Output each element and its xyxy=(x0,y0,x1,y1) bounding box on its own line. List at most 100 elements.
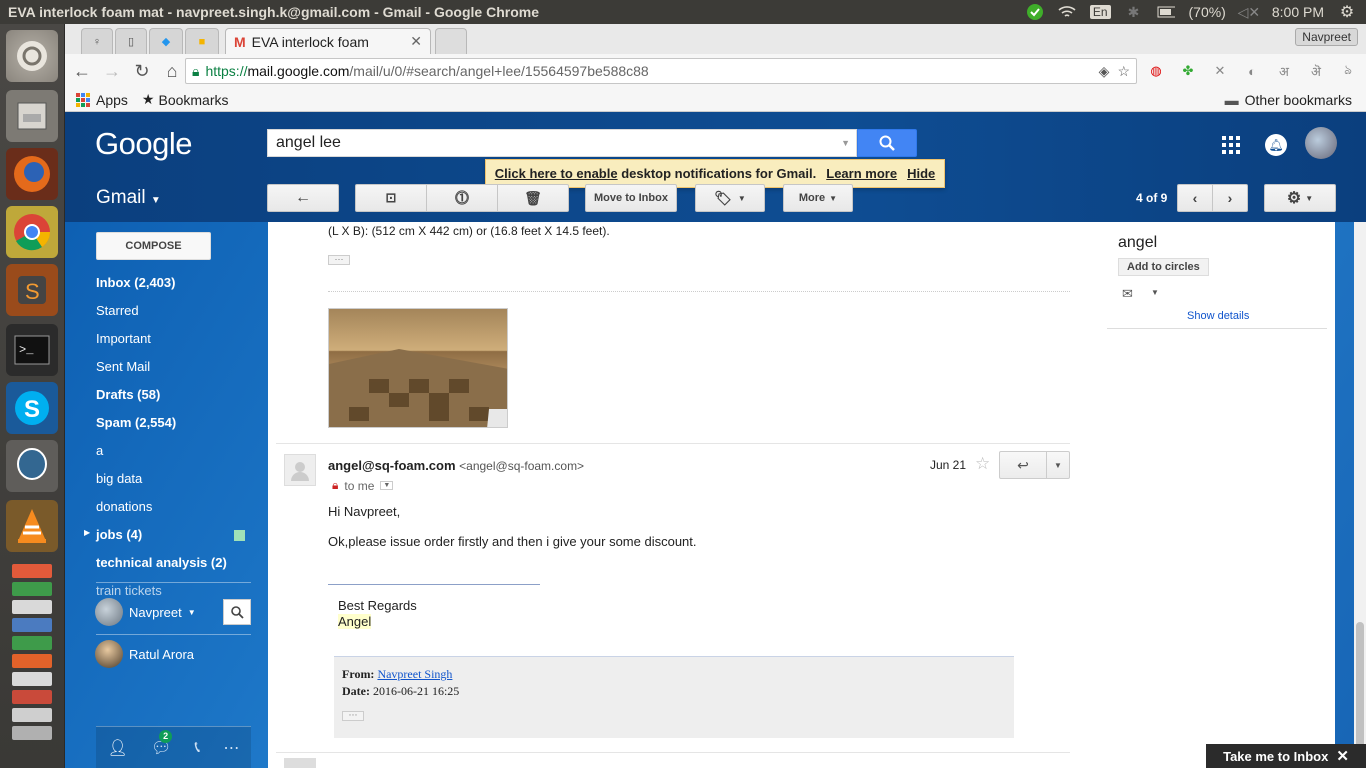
reply-button[interactable]: ↩ xyxy=(999,451,1047,479)
hangouts-contact[interactable]: Ratul Arora xyxy=(95,640,194,668)
newer-button[interactable]: ‹ xyxy=(1177,184,1213,212)
labels-button[interactable]: 🏷︎ ▼ xyxy=(695,184,765,212)
attachment-image[interactable] xyxy=(328,308,508,428)
search-button[interactable] xyxy=(857,129,917,157)
archive-button[interactable]: ⊡ xyxy=(355,184,427,212)
bookmark-star-icon[interactable]: ☆ xyxy=(1117,63,1130,80)
back-button[interactable]: ← xyxy=(69,58,95,84)
chevron-down-icon[interactable]: ▼ xyxy=(1151,288,1159,297)
sidebar-item[interactable]: Starred xyxy=(96,303,139,318)
chrome-icon[interactable] xyxy=(6,206,58,258)
file-manager-icon[interactable] xyxy=(6,90,58,142)
calc-icon[interactable] xyxy=(12,636,52,650)
search-input[interactable]: angel lee ▼ xyxy=(267,129,857,157)
view-icon[interactable]: ◈ xyxy=(1099,63,1110,80)
show-details-link[interactable]: Show details xyxy=(1187,310,1249,322)
back-to-search-button[interactable]: ← xyxy=(267,184,339,212)
clock[interactable]: 8:00 PM xyxy=(1272,4,1324,20)
gear-icon[interactable]: ⚙ xyxy=(1338,4,1356,21)
sidebar-item[interactable]: Spam (2,554) xyxy=(96,415,176,430)
pinned-tab-1[interactable]: ♀ xyxy=(81,28,113,54)
apps-grid-icon[interactable] xyxy=(76,92,90,107)
postgres-icon[interactable] xyxy=(6,440,58,492)
sidebar-item[interactable]: jobs (4) xyxy=(96,527,142,542)
chat-icon[interactable]: 💬︎ 2 xyxy=(151,729,173,758)
home-button[interactable]: ⌂ xyxy=(159,58,185,84)
bookmark-apps[interactable]: Apps xyxy=(96,92,128,108)
amazon-icon[interactable] xyxy=(12,672,52,686)
sidebar-item[interactable]: technical analysis (2) xyxy=(96,555,227,570)
gmail-menu[interactable]: Gmail ▼ xyxy=(96,187,161,209)
show-details-icon[interactable]: ▼ xyxy=(380,481,394,490)
hangouts-self[interactable]: Navpreet ▼ xyxy=(95,598,196,626)
sidebar-item[interactable]: donations xyxy=(96,499,152,514)
translate-extension-icon-2[interactable]: ऄ xyxy=(1305,60,1327,82)
battery-icon[interactable] xyxy=(1157,4,1175,20)
trimmed-content-button[interactable]: ··· xyxy=(328,250,350,265)
sidebar-item[interactable]: big data xyxy=(96,471,142,486)
hide-link[interactable]: Hide xyxy=(907,166,935,181)
account-avatar[interactable] xyxy=(1305,127,1337,159)
notifications-bell-icon[interactable]: 🔔︎ xyxy=(1265,134,1287,156)
ghost-extension-icon[interactable]: ◐ xyxy=(1241,60,1263,82)
sidebar-item[interactable]: a xyxy=(96,443,103,458)
mail-icon[interactable]: ✉ xyxy=(1122,286,1133,302)
quote-from-link[interactable]: Navpreet Singh xyxy=(377,667,452,681)
more-actions-button[interactable]: ▼ xyxy=(1046,451,1070,479)
more-button[interactable]: More ▼ xyxy=(783,184,853,212)
close-icon[interactable]: ✕ xyxy=(1336,747,1349,765)
wifi-icon[interactable] xyxy=(1058,4,1076,20)
sidebar-item[interactable]: train tickets xyxy=(96,583,162,595)
sender-name[interactable]: angel@sq-foam.com xyxy=(328,458,456,473)
phone-icon[interactable]: 📞︎ xyxy=(195,739,201,757)
sidebar-item[interactable]: Sent Mail xyxy=(96,359,150,374)
skype-icon[interactable]: S xyxy=(6,382,58,434)
leaf-extension-icon[interactable]: ✤ xyxy=(1177,60,1199,82)
sublime-text-icon[interactable]: S xyxy=(6,264,58,316)
address-bar[interactable]: 🔒︎ https:// mail.google.com /mail/u/0/#s… xyxy=(185,58,1137,84)
sidebar-item[interactable]: Drafts (58) xyxy=(96,387,160,402)
report-spam-button[interactable]: ⓵ xyxy=(426,184,498,212)
launcher-app-icon[interactable] xyxy=(12,564,52,578)
add-to-circles-button[interactable]: Add to circles xyxy=(1118,258,1209,276)
google-logo[interactable]: Google xyxy=(95,126,192,162)
forward-button[interactable]: → xyxy=(99,58,125,84)
delete-button[interactable]: 🗑︎ xyxy=(497,184,569,212)
google-apps-icon[interactable] xyxy=(1222,136,1240,154)
trash-icon[interactable] xyxy=(12,726,52,740)
hangouts-search-button[interactable] xyxy=(223,599,251,625)
pinned-tab-2[interactable]: ▯ xyxy=(115,28,147,54)
check-icon[interactable] xyxy=(1026,4,1044,20)
bookmark-bookmarks[interactable]: Bookmarks xyxy=(158,92,228,108)
bluetooth-icon[interactable]: ✱ xyxy=(1125,4,1143,20)
vlc-icon[interactable] xyxy=(6,500,58,552)
pinned-tab-3[interactable]: ◆ xyxy=(149,28,183,54)
move-to-inbox-button[interactable]: Move to Inbox xyxy=(585,184,677,212)
firefox-icon[interactable] xyxy=(6,148,58,200)
more-dots-icon[interactable]: ⋯ xyxy=(223,738,239,758)
launcher-app-icon-2[interactable] xyxy=(12,690,52,704)
draw-icon[interactable] xyxy=(12,600,52,614)
quote-trimmed-button[interactable]: ··· xyxy=(342,707,1006,722)
spreadsheet-icon[interactable] xyxy=(12,582,52,596)
code-extension-icon[interactable]: ঌ xyxy=(1337,60,1359,82)
tab-gmail[interactable]: M EVA interlock foam ✕ xyxy=(225,28,431,54)
opera-extension-icon[interactable]: ◍ xyxy=(1145,60,1167,82)
search-options-icon[interactable]: ▼ xyxy=(841,138,850,148)
pinned-tab-4[interactable]: ■ xyxy=(185,28,219,54)
person-icon[interactable]: 👤︎ xyxy=(108,738,128,758)
translate-extension-icon[interactable]: अ xyxy=(1273,60,1295,82)
compose-button[interactable]: COMPOSE xyxy=(96,232,211,260)
learn-more-link[interactable]: Learn more xyxy=(826,166,897,181)
terminal-icon[interactable]: >_ xyxy=(6,324,58,376)
writer-icon[interactable] xyxy=(12,618,52,632)
settings-button[interactable]: ⚙ ▼ xyxy=(1264,184,1336,212)
new-tab-button[interactable] xyxy=(435,28,467,54)
volume-muted-icon[interactable]: ◁✕ xyxy=(1238,4,1261,20)
older-button[interactable]: › xyxy=(1212,184,1248,212)
message-date[interactable]: Jun 21 xyxy=(930,458,966,472)
profile-button[interactable]: Navpreet xyxy=(1295,28,1358,46)
ubuntu-logo-icon[interactable] xyxy=(6,30,58,82)
sidebar-item[interactable]: Inbox (2,403) xyxy=(96,275,175,290)
take-me-to-inbox-button[interactable]: Take me to Inbox ✕ xyxy=(1206,744,1366,768)
